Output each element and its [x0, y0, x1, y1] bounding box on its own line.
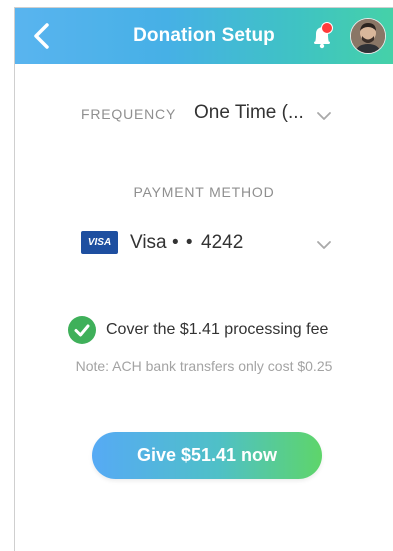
- frequency-label: FREQUENCY: [81, 106, 177, 122]
- notifications-button[interactable]: [307, 21, 337, 51]
- payment-method-label: PAYMENT METHOD: [133, 184, 275, 200]
- ach-note: Note: ACH bank transfers only cost $0.25: [75, 358, 333, 374]
- app-frame: Donation Setup FREQUENCY One Time (... P…: [14, 7, 393, 551]
- payment-method-select[interactable]: VISA Visa • • 4242: [15, 228, 393, 258]
- visa-card-icon: VISA: [81, 231, 118, 254]
- chevron-down-icon: [317, 112, 331, 120]
- card-name: Visa: [130, 232, 167, 253]
- chevron-down-icon: [317, 241, 331, 249]
- processing-fee-option: Cover the $1.41 processing fee: [68, 316, 368, 344]
- card-last4: 4242: [201, 232, 244, 253]
- header-bar: Donation Setup: [15, 8, 393, 64]
- fee-checkbox[interactable]: [68, 316, 96, 344]
- give-button[interactable]: Give $51.41 now: [92, 432, 322, 479]
- fee-text: Cover the $1.41 processing fee: [106, 321, 329, 338]
- check-icon: [74, 324, 90, 337]
- frequency-value: One Time (...: [194, 102, 304, 123]
- card-mask: • •: [172, 232, 194, 253]
- notification-dot: [321, 22, 333, 34]
- frequency-select[interactable]: FREQUENCY One Time (...: [15, 100, 393, 128]
- avatar[interactable]: [350, 18, 386, 54]
- user-avatar-icon: [351, 19, 385, 53]
